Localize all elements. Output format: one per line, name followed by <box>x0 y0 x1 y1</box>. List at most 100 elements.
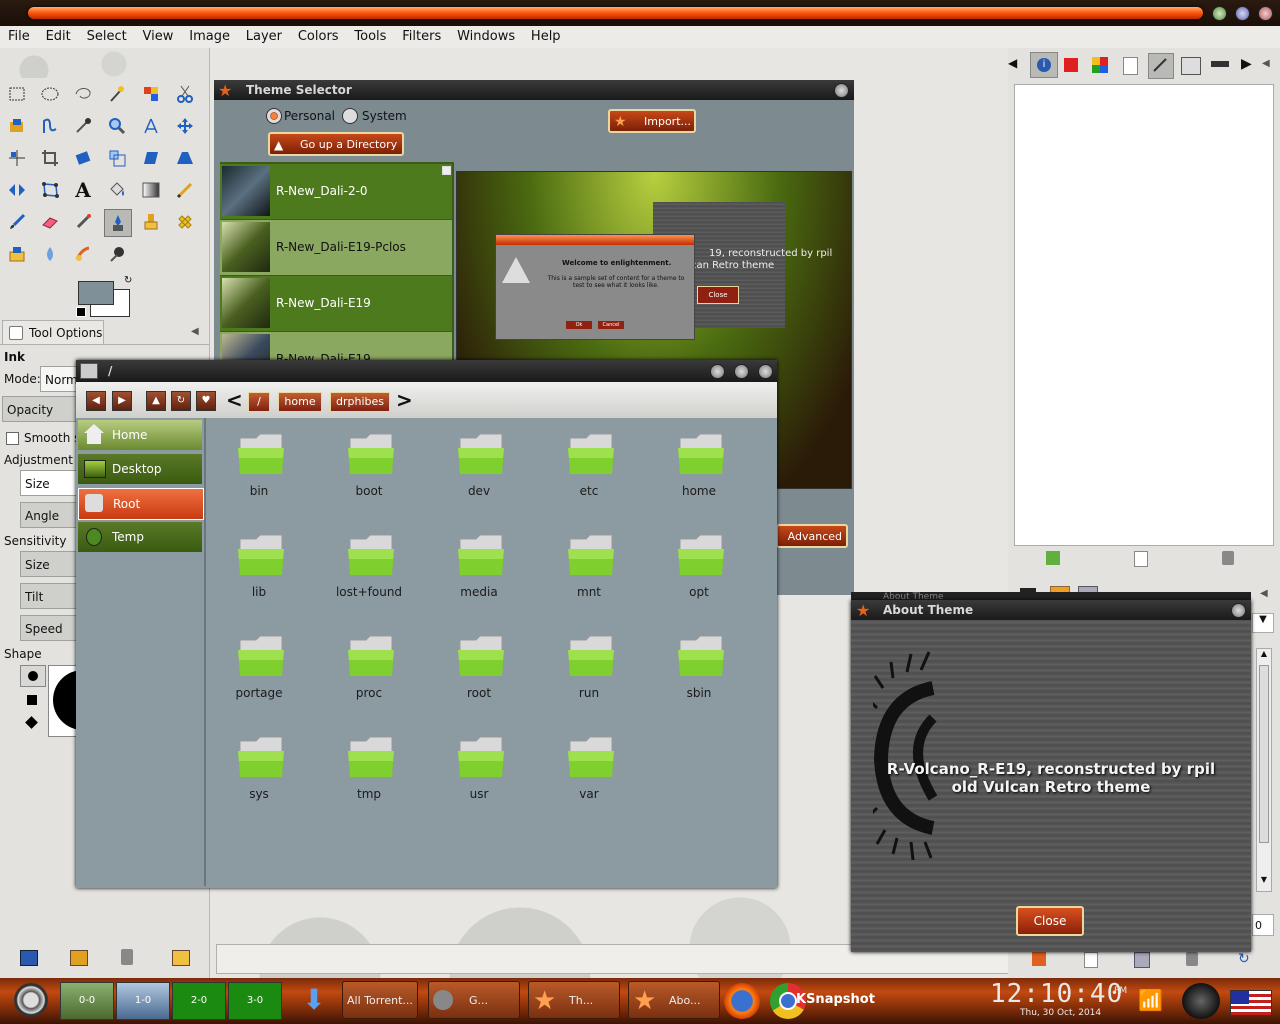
shape-diamond-button[interactable] <box>25 716 38 729</box>
clone-icon[interactable] <box>138 209 164 235</box>
menu-file[interactable]: File <box>4 26 34 44</box>
minimize-circle-button[interactable] <box>1212 6 1227 21</box>
fuzzy-select-icon[interactable] <box>104 81 130 107</box>
theme-item[interactable]: R-New_Dali-2-0 <box>220 164 452 219</box>
select-by-color-icon[interactable] <box>138 81 164 107</box>
menu-help[interactable]: Help <box>527 26 565 44</box>
favorites-icon[interactable]: ♥ <box>196 391 216 411</box>
about-close-circle-button[interactable] <box>1231 603 1246 618</box>
align-icon[interactable] <box>4 145 30 171</box>
menu-tools[interactable]: Tools <box>350 26 390 44</box>
folder-item[interactable]: dev <box>434 432 524 512</box>
about-close-button[interactable]: Close <box>1016 906 1084 936</box>
dock-spin-input[interactable]: 0 <box>1252 914 1274 936</box>
move-icon[interactable] <box>172 113 198 139</box>
bucket-fill-icon[interactable] <box>104 177 130 203</box>
task-theme-selector[interactable]: ★ Th... <box>528 981 620 1019</box>
tab-document-icon[interactable] <box>1123 57 1138 75</box>
fm-close-button[interactable] <box>758 364 773 379</box>
pager-desk-2[interactable]: 2-0 <box>172 982 226 1020</box>
list-scroll-handle[interactable] <box>442 166 451 175</box>
right-scrollbar[interactable]: ▲ ▼ <box>1256 648 1272 892</box>
heal-icon[interactable] <box>172 209 198 235</box>
text-tool-icon[interactable]: A <box>70 177 96 203</box>
folder-item[interactable]: root <box>434 634 524 714</box>
ellipse-select-icon[interactable] <box>37 81 63 107</box>
ink-tool-icon[interactable] <box>104 209 132 237</box>
ksnapshot-label[interactable]: KSnapshot <box>796 992 875 1007</box>
forward-icon[interactable]: ▶ <box>112 391 132 411</box>
foreground-color-swatch[interactable] <box>78 281 114 305</box>
advanced-button[interactable]: Advanced <box>776 524 848 548</box>
folder-item[interactable]: bin <box>214 432 304 512</box>
scissors-icon[interactable] <box>172 81 198 107</box>
fg-bg-colors[interactable]: ↻ <box>76 275 132 317</box>
folder-item[interactable]: opt <box>654 533 744 613</box>
pager-desk-1[interactable]: 1-0 <box>116 982 170 1020</box>
opacity-slider[interactable]: Opacity <box>2 396 78 422</box>
start-menu-icon[interactable] <box>14 983 48 1017</box>
crumb-left-arrow-icon[interactable]: < <box>226 388 243 412</box>
dock-new-icon[interactable] <box>1134 551 1148 567</box>
adjustment-size-slider[interactable]: Size <box>20 470 78 496</box>
folder-item[interactable]: etc <box>544 432 634 512</box>
sidebar-item-temp[interactable]: Temp <box>78 522 202 552</box>
theme-item[interactable]: R-New_Dali-E19-Pclos <box>220 220 452 275</box>
maximize-circle-button[interactable] <box>1235 6 1250 21</box>
free-select-icon[interactable] <box>70 81 96 107</box>
radio-personal[interactable] <box>266 108 282 124</box>
fm-maximize-button[interactable] <box>734 364 749 379</box>
dock2-menu-icon[interactable]: ◀ <box>1260 588 1268 599</box>
dock-duplicate-icon[interactable] <box>1134 952 1150 968</box>
firefox-icon[interactable] <box>724 983 760 1019</box>
menu-image[interactable]: Image <box>185 26 234 44</box>
dock-menu-icon[interactable]: ◀ <box>1262 58 1270 69</box>
blur-icon[interactable] <box>37 241 63 267</box>
wilber-drop-area[interactable] <box>4 50 204 78</box>
color-picker-icon[interactable] <box>70 113 96 139</box>
dock-refresh-icon[interactable]: ↻ <box>1238 952 1254 966</box>
folder-item[interactable]: proc <box>324 634 414 714</box>
radio-system[interactable] <box>342 108 358 124</box>
dock-delete-icon[interactable] <box>1222 551 1234 565</box>
go-up-directory-button[interactable]: ▲ Go up a Directory <box>268 132 404 156</box>
flip-icon[interactable] <box>4 177 30 203</box>
folder-item[interactable]: sys <box>214 735 304 815</box>
dock-new-doc-icon[interactable] <box>1084 952 1098 968</box>
theme-item[interactable]: R-New_Dali-E19 <box>220 276 452 331</box>
folder-item[interactable]: lib <box>214 533 304 613</box>
restore-options-icon[interactable] <box>70 950 88 966</box>
folder-item[interactable]: run <box>544 634 634 714</box>
pager-desk-0[interactable]: 0-0 <box>60 982 114 1020</box>
sensitivity-tilt-slider[interactable]: Tilt <box>20 583 78 609</box>
refresh-icon[interactable]: ↻ <box>171 391 191 411</box>
menu-layer[interactable]: Layer <box>242 26 286 44</box>
paths-icon[interactable] <box>37 113 63 139</box>
import-button[interactable]: ★ Import... <box>608 109 696 133</box>
cage-transform-icon[interactable] <box>37 177 63 203</box>
tab-menu-icon[interactable]: ◀ <box>191 326 199 337</box>
sidebar-item-desktop[interactable]: Desktop <box>78 454 202 484</box>
dock-right-arrow-icon[interactable]: ▶ <box>1241 56 1252 72</box>
shape-square-button[interactable] <box>27 695 37 705</box>
menu-colors[interactable]: Colors <box>294 26 343 44</box>
swap-colors-icon[interactable]: ↻ <box>124 275 132 286</box>
tab-stop-icon[interactable] <box>1064 58 1078 72</box>
up-icon[interactable]: ▲ <box>146 391 166 411</box>
perspective-icon[interactable] <box>172 145 198 171</box>
shape-circle-button[interactable] <box>20 665 46 687</box>
foreground-select-icon[interactable] <box>4 113 30 139</box>
folder-item[interactable]: media <box>434 533 524 613</box>
tab-info-icon[interactable]: i <box>1030 52 1058 78</box>
save-options-icon[interactable] <box>20 950 38 966</box>
tab-palette-icon[interactable] <box>1092 57 1108 73</box>
folder-item[interactable]: home <box>654 432 744 512</box>
fm-iconify-button[interactable] <box>710 364 725 379</box>
folder-item[interactable]: var <box>544 735 634 815</box>
sidebar-item-root[interactable]: Root <box>78 488 204 520</box>
scroll-down-icon[interactable]: ▼ <box>1257 875 1271 889</box>
perspective-clone-icon[interactable] <box>4 241 30 267</box>
delete-options-icon[interactable] <box>121 949 133 965</box>
eraser-icon[interactable] <box>37 209 63 235</box>
menu-view[interactable]: View <box>139 26 178 44</box>
